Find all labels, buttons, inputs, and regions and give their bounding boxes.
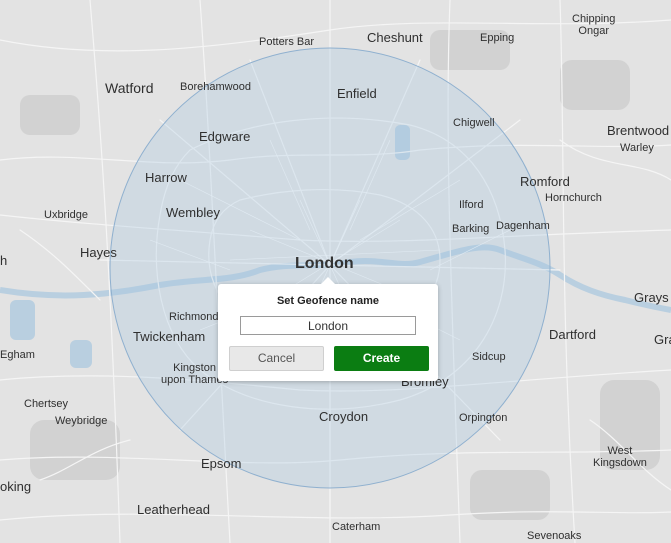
geofence-name-input[interactable] [240, 316, 416, 335]
dialog-title: Set Geofence name [276, 295, 380, 307]
place-label-enfield: Enfield [337, 87, 377, 101]
place-label-leatherhead: Leatherhead [137, 503, 210, 517]
place-label-line: Wembley [166, 205, 220, 220]
place-label-hayes: Hayes [80, 246, 117, 260]
place-label-line: Ilford [459, 199, 484, 211]
place-label-grays: Grays [634, 291, 669, 305]
place-label-line: London [295, 255, 354, 272]
place-label-oking: oking [0, 480, 31, 494]
place-label-line: Hornchurch [545, 192, 602, 204]
place-label-line: Barking [452, 223, 490, 235]
place-label-watford: Watford [105, 81, 154, 96]
place-label-line: Richmond [169, 311, 219, 323]
place-label-potters-bar: Potters Bar [259, 36, 315, 49]
place-label-line: oking [0, 479, 32, 494]
place-label-line: Uxbridge [44, 209, 89, 221]
create-button[interactable]: Create [334, 346, 429, 371]
place-label-line: Weybridge [55, 415, 108, 427]
place-label-chipping-ongar: Chipping Ongar [572, 13, 616, 37]
place-label-hornchurch: Hornchurch [545, 192, 602, 205]
place-label-harrow: Harrow [145, 171, 187, 185]
place-label-line: Epping [480, 32, 515, 44]
place-label-chigwell: Chigwell [453, 117, 495, 130]
place-label-gra: Gra [654, 333, 671, 347]
place-label-line: Harrow [145, 170, 187, 185]
place-label-richmond: Richmond [169, 311, 219, 324]
place-label-line: h [0, 253, 8, 268]
place-label-west-kingsdown: West Kingsdown [593, 445, 647, 469]
place-label-line: Warley [620, 142, 654, 154]
place-label-chertsey: Chertsey [24, 398, 69, 411]
place-label-line: Leatherhead [137, 502, 211, 517]
place-label-edgware: Edgware [199, 130, 250, 144]
place-label-line: Dagenham [496, 220, 550, 232]
place-label-line: Gra [654, 332, 671, 347]
place-label-line: Brentwood [607, 123, 670, 138]
place-label-line: Sevenoaks [527, 530, 582, 542]
place-label-romford: Romford [520, 175, 570, 189]
place-label-dagenham: Dagenham [496, 220, 550, 233]
place-label-line: Chipping [572, 13, 616, 25]
place-label-line: Dartford [549, 327, 596, 342]
place-label-line: Enfield [337, 86, 377, 101]
place-label-line: Cheshunt [367, 30, 423, 45]
place-label-epsom: Epsom [201, 457, 241, 471]
cancel-button[interactable]: Cancel [229, 346, 324, 371]
place-label-uxbridge: Uxbridge [44, 209, 89, 222]
place-label-line: West [607, 445, 633, 457]
place-label-sidcup: Sidcup [472, 351, 506, 364]
place-label-caterham: Caterham [332, 521, 381, 534]
place-label-barking: Barking [452, 223, 490, 236]
place-label-line: Ongar [578, 24, 609, 37]
place-label-line: Twickenham [133, 329, 206, 344]
place-label-line: Egham [0, 349, 35, 361]
place-label-line: Sidcup [472, 351, 506, 363]
place-label-line: Watford [105, 80, 154, 96]
place-label-line: Grays [634, 290, 669, 305]
place-label-epping: Epping [480, 32, 515, 45]
place-label-line: Potters Bar [259, 36, 315, 48]
place-label-line: Hayes [80, 245, 117, 260]
place-label-egham: Egham [0, 349, 35, 362]
place-label-croydon: Croydon [319, 410, 368, 424]
place-label-line: Chertsey [24, 398, 69, 410]
place-label-line: Orpington [459, 412, 508, 424]
place-label-h-edge: h [0, 254, 7, 268]
place-label-dartford: Dartford [549, 328, 596, 342]
place-label-line: Croydon [319, 409, 369, 424]
place-label-borehamwood: Borehamwood [180, 81, 251, 94]
place-label-line: Chigwell [453, 117, 495, 129]
map[interactable]: Chipping Ongar Potters Bar Cheshunt Epping Wa… [0, 0, 671, 543]
place-label-line: Epsom [201, 456, 242, 471]
place-label-wembley: Wembley [166, 206, 220, 220]
place-label-london: London [295, 255, 354, 273]
place-label-line: Kingsdown [593, 456, 647, 469]
place-label-line: Romford [520, 174, 570, 189]
place-label-line: Borehamwood [180, 81, 251, 93]
place-label-ilford: Ilford [459, 199, 484, 212]
place-label-brentwood: Brentwood [607, 124, 669, 138]
place-label-weybridge: Weybridge [55, 415, 108, 428]
place-label-orpington: Orpington [459, 412, 508, 425]
place-label-sevenoaks: Sevenoaks [527, 530, 582, 543]
dialog-pointer [321, 277, 335, 284]
place-label-warley: Warley [620, 142, 654, 155]
geofence-name-dialog: Set Geofence name Cancel Create [218, 277, 438, 381]
place-label-line: Caterham [332, 521, 381, 533]
place-label-line: Edgware [199, 129, 251, 144]
place-label-cheshunt: Cheshunt [367, 31, 423, 45]
place-label-twickenham: Twickenham [133, 330, 205, 344]
